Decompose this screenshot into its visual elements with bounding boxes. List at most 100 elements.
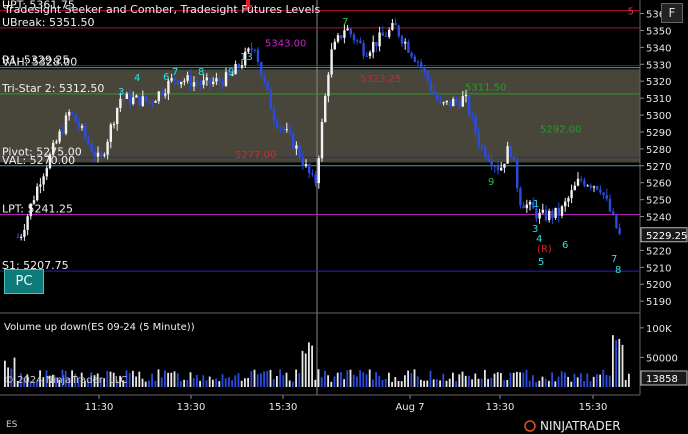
volume-bar: [205, 380, 208, 387]
volume-bar: [167, 372, 169, 387]
y-tick-label: 5200: [646, 280, 671, 291]
volume-bar: [490, 377, 493, 387]
candle-body: [602, 192, 605, 196]
candle-body: [189, 75, 192, 87]
candle-body: [381, 32, 384, 36]
price-annotation: 5277.00: [235, 150, 276, 161]
volume-bar: [372, 379, 374, 387]
volume-title: Volume up down(ES 09-24 (5 Minute)): [4, 322, 195, 333]
candle-body: [87, 137, 90, 144]
volume-bar: [272, 379, 275, 387]
candle-body: [160, 91, 164, 96]
volume-bar: [429, 370, 432, 387]
volume-bar: [423, 380, 425, 387]
candle-body: [116, 107, 119, 125]
candle-body: [100, 152, 103, 156]
price-annotation: 5323.25: [360, 74, 401, 85]
candle-body: [356, 40, 359, 42]
candle-body: [596, 186, 599, 190]
candle-body: [471, 115, 474, 117]
y-tick-label: 5310: [646, 94, 671, 105]
candle-body: [55, 141, 58, 143]
volume-bar: [580, 373, 582, 387]
volume-bar: [215, 378, 217, 387]
candle-body: [410, 52, 413, 57]
candle-body: [538, 212, 541, 219]
candle-body: [557, 207, 560, 216]
volume-bar: [304, 353, 307, 387]
volume-bar: [525, 369, 528, 387]
volume-bar: [132, 370, 134, 387]
volume-bar: [516, 371, 518, 387]
volume-bar: [260, 373, 262, 387]
candle-body: [260, 61, 263, 77]
volume-bar: [551, 372, 553, 387]
volume-bar: [410, 373, 413, 387]
volume-bar: [368, 369, 371, 387]
candle-body: [564, 201, 567, 207]
candle-body: [599, 189, 602, 193]
candle-body: [96, 152, 100, 157]
candle-body: [186, 75, 189, 81]
volume-bar: [256, 374, 259, 387]
level-label: VAL: 5270.00: [2, 154, 75, 167]
candle-body: [298, 145, 301, 158]
candle-body: [618, 227, 621, 234]
candle-body: [493, 165, 496, 167]
candle-body: [448, 100, 452, 107]
volume-bar: [228, 377, 230, 387]
x-tick-label: Aug 7: [395, 402, 424, 413]
candle-body: [324, 96, 327, 123]
volume-bar: [500, 373, 502, 387]
y-tick-label: 5250: [646, 196, 671, 207]
volume-bar: [512, 372, 515, 387]
volume-bar: [247, 378, 249, 387]
candle-body: [285, 129, 288, 131]
pc-button[interactable]: PC: [4, 269, 44, 294]
level-label: Tri-Star 2: 5312.50: [1, 82, 104, 95]
candle-body: [269, 89, 272, 110]
setup-count: 13: [240, 52, 253, 63]
candle-body: [378, 32, 381, 47]
candle-body: [416, 61, 420, 63]
candle-body: [429, 80, 432, 91]
candle-body: [208, 77, 212, 85]
candle-body: [135, 95, 138, 98]
volume-bar: [148, 380, 150, 387]
candle-body: [394, 23, 397, 26]
last-price-label: 5229.25: [646, 231, 687, 242]
candle-body: [253, 49, 256, 51]
volume-bar: [464, 375, 467, 387]
candle-body: [301, 157, 304, 166]
y-tick-label: 5270: [646, 162, 671, 173]
candle-body: [375, 41, 378, 47]
volume-bar: [599, 374, 601, 387]
candle-body: [352, 34, 356, 41]
candle-body: [605, 195, 608, 199]
volume-bar: [176, 373, 179, 387]
volume-bar: [384, 378, 387, 387]
setup-count: 9: [488, 177, 494, 188]
volume-bar: [157, 369, 160, 387]
price-chart[interactable]: UPT: 5361.755UBreak: 5351.50R1: 5329.25V…: [0, 0, 688, 434]
candle-body: [93, 151, 96, 157]
volume-bar: [231, 380, 233, 387]
x-tick-label: 11:30: [85, 402, 114, 413]
volume-bar: [538, 380, 541, 387]
candle-body: [90, 143, 93, 152]
candle-body: [138, 95, 141, 107]
candle-body: [36, 186, 39, 201]
f-button[interactable]: F: [661, 3, 683, 23]
volume-bar: [128, 372, 131, 387]
volume-bar: [263, 371, 265, 387]
candle-body: [42, 176, 45, 185]
volume-bar: [455, 381, 457, 387]
volume-bar: [436, 379, 438, 387]
candle-body: [570, 190, 573, 199]
candle-body: [314, 174, 317, 184]
candle-body: [317, 158, 320, 184]
volume-bar: [240, 380, 243, 387]
volume-bar: [487, 379, 489, 387]
setup-count: 5: [538, 257, 544, 268]
volume-bar: [461, 371, 464, 387]
